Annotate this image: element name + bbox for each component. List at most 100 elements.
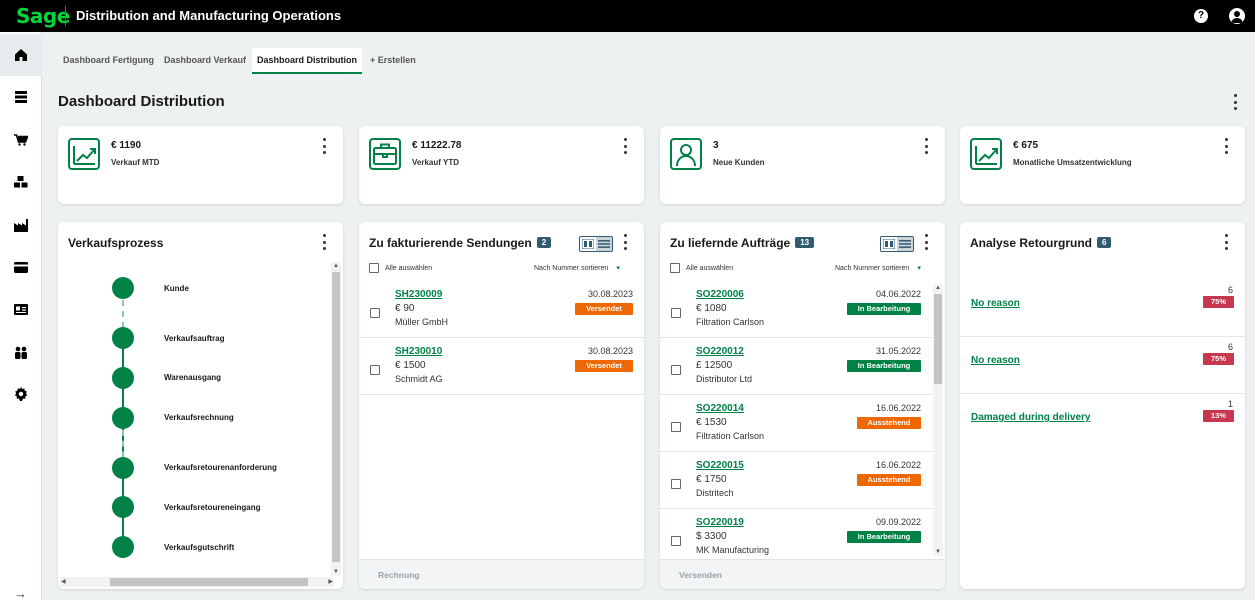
nav-settings[interactable] xyxy=(0,373,42,415)
step-gutschrift[interactable]: Verkaufsgutschrift xyxy=(164,543,234,552)
card-menu-button[interactable] xyxy=(620,234,630,250)
scroll-thumb[interactable] xyxy=(332,272,340,562)
chevron-down-icon[interactable]: ▾ xyxy=(616,265,620,272)
list-item[interactable]: 6 No reason 75% xyxy=(960,280,1245,337)
nav-finance[interactable] xyxy=(0,246,42,288)
sort-dropdown[interactable]: Nach Nummer sortieren ▾ xyxy=(534,264,620,272)
step-dot[interactable] xyxy=(112,496,134,518)
ship-button[interactable]: Versenden xyxy=(679,570,722,580)
collapse-arrow-icon[interactable]: → xyxy=(14,586,27,600)
tab-fertigung[interactable]: Dashboard Fertigung xyxy=(58,48,159,74)
order-link[interactable]: SO220012 xyxy=(696,346,744,357)
select-all[interactable]: Alle auswählen xyxy=(670,263,733,273)
select-all-label: Alle auswählen xyxy=(686,264,734,272)
return-reason-link[interactable]: No reason xyxy=(971,298,1020,309)
card-menu-button[interactable] xyxy=(620,138,630,154)
page-title: Dashboard Distribution xyxy=(58,93,225,110)
step-dot[interactable] xyxy=(112,536,134,558)
card-menu-button[interactable] xyxy=(921,138,931,154)
card-menu-button[interactable] xyxy=(1221,234,1231,250)
list-item[interactable]: 6 No reason 75% xyxy=(960,337,1245,394)
nav-sales[interactable] xyxy=(0,119,42,161)
sort-dropdown[interactable]: Nach Nummer sortieren ▾ xyxy=(835,264,921,272)
scroll-left-icon[interactable]: ◀ xyxy=(61,578,66,586)
select-all-checkbox[interactable] xyxy=(369,263,379,273)
shipment-link[interactable]: SH230009 xyxy=(395,289,442,300)
list-item[interactable]: 1 Damaged during delivery 13% xyxy=(960,394,1245,451)
help-icon[interactable]: ? xyxy=(1194,9,1208,23)
list-item[interactable]: SH230010 € 1500 Schmidt AG 30.08.2023 Ve… xyxy=(359,338,644,395)
page-menu-button[interactable] xyxy=(1230,94,1240,110)
card-menu-button[interactable] xyxy=(1221,138,1231,154)
step-dot[interactable] xyxy=(112,407,134,429)
date: 30.08.2023 xyxy=(587,289,633,299)
nav-home[interactable] xyxy=(0,34,42,76)
card-menu-button[interactable] xyxy=(921,234,931,250)
order-link[interactable]: SO220019 xyxy=(696,517,744,528)
card-menu-button[interactable] xyxy=(319,138,329,154)
scroll-up-icon[interactable]: ▲ xyxy=(935,284,941,292)
card-menu-button[interactable] xyxy=(319,234,329,250)
chevron-down-icon[interactable]: ▾ xyxy=(917,265,921,272)
scroll-right-icon[interactable]: ▶ xyxy=(328,578,333,586)
view-toggle[interactable] xyxy=(579,236,613,252)
row-checkbox[interactable] xyxy=(671,365,681,375)
step-warenausgang[interactable]: Warenausgang xyxy=(164,373,221,382)
scroll-up-icon[interactable]: ▲ xyxy=(333,262,339,270)
select-all[interactable]: Alle auswählen xyxy=(369,263,432,273)
row-checkbox[interactable] xyxy=(671,536,681,546)
panel-title: Analyse Retourgrund 6 xyxy=(970,236,1112,250)
horizontal-scrollbar[interactable]: ◀ ▶ xyxy=(60,577,334,587)
view-toggle[interactable] xyxy=(880,236,914,252)
nav-people[interactable] xyxy=(0,331,42,373)
step-dot[interactable] xyxy=(112,367,134,389)
step-verkaufsauftrag[interactable]: Verkaufsauftrag xyxy=(164,334,224,343)
list-item[interactable]: SH230009 € 90 Müller GmbH 30.08.2023 Ver… xyxy=(359,281,644,338)
order-link[interactable]: SO220015 xyxy=(696,460,744,471)
vertical-scrollbar[interactable]: ▲ ▼ xyxy=(933,284,943,556)
grid-view-icon[interactable] xyxy=(580,237,596,251)
invoice-button[interactable]: Rechnung xyxy=(378,570,420,580)
step-dot[interactable] xyxy=(112,277,134,299)
scroll-thumb[interactable] xyxy=(110,578,308,586)
return-reason-link[interactable]: Damaged during delivery xyxy=(971,412,1090,423)
list-item[interactable]: SO220015 € 1750 Distritech 16.06.2022 Au… xyxy=(660,452,932,509)
shipment-link[interactable]: SH230010 xyxy=(395,346,442,357)
row-checkbox[interactable] xyxy=(370,308,380,318)
step-retoureneingang[interactable]: Verkaufsretoureneingang xyxy=(164,503,260,512)
list-view-icon[interactable] xyxy=(897,237,913,251)
nav-stack[interactable] xyxy=(0,76,42,118)
list-item[interactable]: SO220014 € 1530 Filtration Carlson 16.06… xyxy=(660,395,932,452)
step-dot[interactable] xyxy=(112,457,134,479)
list-item[interactable]: SO220006 € 1080 Filtration Carlson 04.06… xyxy=(660,281,932,338)
grid-view-icon[interactable] xyxy=(881,237,897,251)
step-kunde[interactable]: Kunde xyxy=(164,284,189,293)
nav-stock[interactable] xyxy=(0,161,42,203)
avatar[interactable] xyxy=(1229,8,1245,24)
order-link[interactable]: SO220014 xyxy=(696,403,744,414)
tab-create[interactable]: + Erstellen xyxy=(365,48,421,74)
row-checkbox[interactable] xyxy=(671,308,681,318)
row-checkbox[interactable] xyxy=(370,365,380,375)
scroll-down-icon[interactable]: ▼ xyxy=(935,548,941,556)
sage-logo[interactable]: Sage xyxy=(16,4,70,28)
row-checkbox[interactable] xyxy=(671,422,681,432)
list-item[interactable]: SO220019 $ 3300 MK Manufacturing 09.09.2… xyxy=(660,509,932,557)
step-retourenanforderung[interactable]: Verkaufsretourenanforderung xyxy=(164,463,277,472)
nav-contacts[interactable] xyxy=(0,288,42,330)
list-view-icon[interactable] xyxy=(596,237,612,251)
vertical-scrollbar[interactable]: ▲ ▼ xyxy=(331,262,341,576)
scroll-down-icon[interactable]: ▼ xyxy=(333,568,339,576)
tab-distribution[interactable]: Dashboard Distribution xyxy=(252,48,363,74)
return-reason-link[interactable]: No reason xyxy=(971,355,1020,366)
step-verkaufsrechnung[interactable]: Verkaufsrechnung xyxy=(164,413,234,422)
step-dot[interactable] xyxy=(112,327,134,349)
count-badge: 2 xyxy=(536,237,552,248)
tab-verkauf[interactable]: Dashboard Verkauf xyxy=(159,48,251,74)
scroll-thumb[interactable] xyxy=(934,294,942,384)
select-all-checkbox[interactable] xyxy=(670,263,680,273)
list-item[interactable]: SO220012 £ 12500 Distributor Ltd 31.05.2… xyxy=(660,338,932,395)
nav-manufacturing[interactable] xyxy=(0,204,42,246)
row-checkbox[interactable] xyxy=(671,479,681,489)
order-link[interactable]: SO220006 xyxy=(696,289,744,300)
